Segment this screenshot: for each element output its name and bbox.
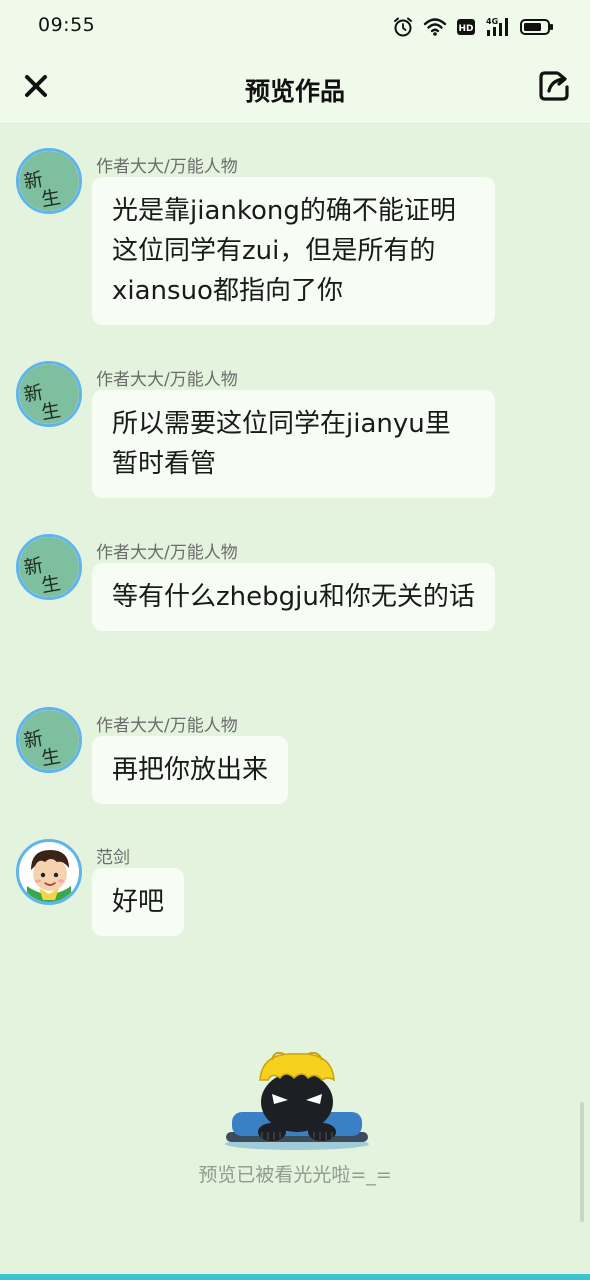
author-avatar[interactable]: 新 生 xyxy=(16,534,82,600)
share-button[interactable] xyxy=(534,68,574,108)
signal-4g-icon: 4G xyxy=(485,16,511,38)
svg-text:生: 生 xyxy=(40,572,63,597)
message-bubble[interactable]: 所以需要这位同学在jianyu里暂时看管 xyxy=(92,390,495,498)
status-time: 09:55 xyxy=(38,14,96,36)
end-of-preview-text: 预览已被看光光啦=_= xyxy=(198,1164,392,1186)
svg-text:生: 生 xyxy=(40,186,63,211)
chat-area[interactable]: 新 生 作者大大/万能人物 光是靠jiankong的确不能证明这位同学有zui，… xyxy=(0,124,590,1280)
svg-text:4G: 4G xyxy=(486,17,498,26)
peeking-mascot-icon xyxy=(222,1050,372,1150)
share-icon xyxy=(537,69,571,107)
alarm-icon xyxy=(392,16,414,38)
svg-text:生: 生 xyxy=(40,399,63,424)
svg-text:生: 生 xyxy=(40,745,63,770)
message-bubble[interactable]: 再把你放出来 xyxy=(92,736,289,804)
wifi-icon xyxy=(423,17,447,37)
status-bar: 09:55 HD 4G xyxy=(0,0,590,52)
sender-name: 作者大大/万能人物 xyxy=(96,543,238,563)
author-avatar[interactable]: 新 生 xyxy=(16,148,82,214)
sender-name: 范剑 xyxy=(96,848,130,868)
message-bubble[interactable]: 等有什么zhebgju和你无关的话 xyxy=(92,563,495,631)
message-bubble[interactable]: 好吧 xyxy=(92,868,185,936)
author-avatar[interactable]: 新 生 xyxy=(16,707,82,773)
battery-icon xyxy=(520,18,554,36)
svg-text:HD: HD xyxy=(458,24,473,34)
sender-name: 作者大大/万能人物 xyxy=(96,370,238,390)
bottom-accent-strip xyxy=(0,1274,590,1280)
sender-name: 作者大大/万能人物 xyxy=(96,157,238,177)
top-bar: 预览作品 xyxy=(0,52,590,124)
hd-icon: HD xyxy=(456,17,476,37)
boy-avatar[interactable] xyxy=(16,839,82,905)
status-icons: HD 4G xyxy=(392,16,554,38)
scrollbar[interactable] xyxy=(580,1102,584,1222)
sender-name: 作者大大/万能人物 xyxy=(96,716,238,736)
page-title: 预览作品 xyxy=(244,77,345,106)
message-bubble[interactable]: 光是靠jiankong的确不能证明这位同学有zui，但是所有的xiansuo都指… xyxy=(92,177,495,325)
author-avatar[interactable]: 新 生 xyxy=(16,361,82,427)
